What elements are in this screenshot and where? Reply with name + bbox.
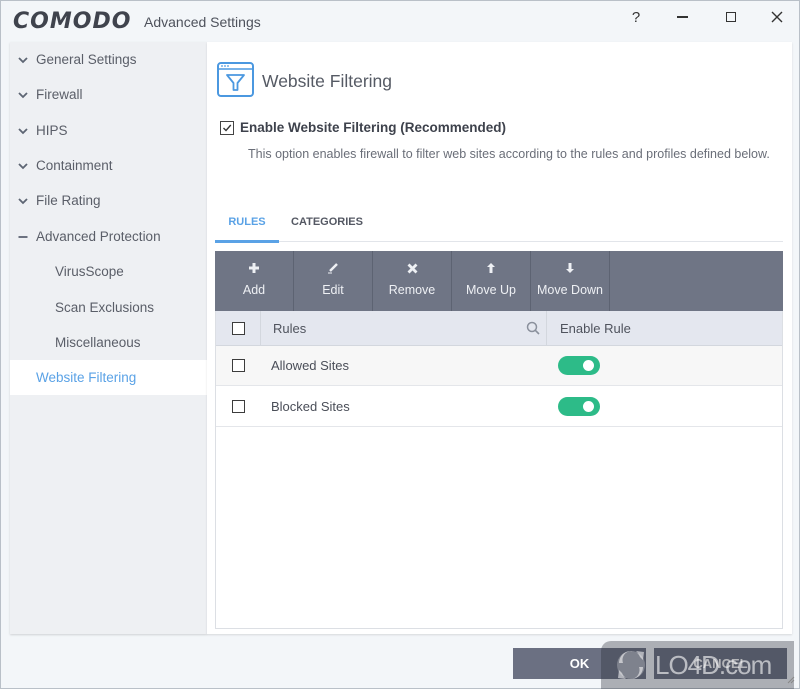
table-row[interactable]: Allowed Sites [216, 346, 782, 386]
chevron-down-icon [10, 125, 36, 137]
sidebar-item-containment[interactable]: Containment [10, 148, 207, 183]
chevron-down-icon [10, 89, 36, 101]
add-button[interactable]: Add [215, 251, 294, 311]
toggle-knob [583, 401, 594, 412]
sidebar-item-general-settings[interactable]: General Settings [10, 42, 207, 77]
tab-bar: RULES CATEGORIES [215, 202, 783, 243]
chevron-down-icon [10, 195, 36, 207]
edit-button[interactable]: Edit [294, 251, 373, 311]
edit-label: Edit [322, 283, 344, 297]
sidebar-item-virusscope[interactable]: VirusScope [10, 254, 207, 289]
sidebar-item-label: File Rating [36, 193, 101, 208]
sidebar-item-website-filtering[interactable]: Website Filtering [10, 360, 207, 395]
sidebar-item-hips[interactable]: HIPS [10, 113, 207, 148]
rules-toolbar: Add Edit Remove Move Up Move Down [215, 251, 783, 311]
x-icon [407, 262, 418, 274]
toggle-knob [583, 360, 594, 371]
sidebar-item-label: VirusScope [55, 264, 124, 279]
question-icon: ? [631, 8, 641, 26]
rule-name: Allowed Sites [271, 358, 350, 373]
sidebar-item-file-rating[interactable]: File Rating [10, 183, 207, 218]
column-header-rules[interactable]: Rules [260, 311, 547, 346]
tab-categories[interactable]: CATEGORIES [287, 202, 367, 242]
window-title: Advanced Settings [144, 14, 261, 30]
enable-website-filtering-label: Enable Website Filtering (Recommended) [240, 120, 507, 135]
sidebar-item-advanced-protection[interactable]: Advanced Protection [10, 219, 207, 254]
comodo-logo: COMODO [13, 9, 132, 34]
remove-label: Remove [388, 283, 436, 297]
pencil-icon [327, 262, 339, 274]
sidebar-item-label: Scan Exclusions [55, 300, 155, 315]
close-icon [771, 11, 783, 23]
row-checkbox[interactable] [231, 400, 245, 413]
column-header-rules-label: Rules [273, 321, 307, 336]
move-down-button[interactable]: Move Down [531, 251, 610, 311]
arrow-down-icon [566, 262, 574, 274]
sidebar-item-label: Miscellaneous [55, 335, 141, 350]
sidebar-item-firewall[interactable]: Firewall [10, 77, 207, 112]
tab-rules[interactable]: RULES [215, 202, 279, 243]
page-title: Website Filtering [262, 71, 393, 91]
advanced-settings-window: COMODO Advanced Settings ? General Setti… [0, 0, 800, 689]
cancel-button[interactable]: CANCEL [654, 648, 787, 679]
select-all-cell [216, 311, 260, 345]
sidebar-item-label: Firewall [36, 87, 83, 102]
minimize-button[interactable] [667, 6, 697, 28]
browser-filter-icon [217, 62, 254, 97]
rule-name: Blocked Sites [271, 399, 350, 414]
sidebar-item-label: Website Filtering [36, 370, 137, 385]
select-all-checkbox[interactable] [231, 321, 245, 335]
row-select-cell [216, 387, 260, 426]
row-checkbox[interactable] [231, 359, 245, 372]
sidebar-item-scan-exclusions[interactable]: Scan Exclusions [10, 290, 207, 325]
row-select-cell [216, 346, 260, 385]
chevron-down-icon [10, 54, 36, 66]
resize-grip-icon[interactable] [785, 674, 795, 684]
sidebar-item-label: HIPS [36, 123, 68, 138]
rules-grid: Rules Enable Rule Allowed Sites Blocked … [215, 311, 783, 629]
sidebar-item-label: Advanced Protection [36, 229, 161, 244]
close-button[interactable] [762, 6, 792, 28]
arrow-up-icon [487, 262, 495, 274]
chevron-down-icon [10, 160, 36, 172]
grid-header: Rules Enable Rule [216, 311, 782, 346]
enable-rule-toggle[interactable] [558, 397, 600, 416]
maximize-button[interactable] [716, 6, 746, 28]
enable-rule-toggle[interactable] [558, 356, 600, 375]
maximize-icon [726, 12, 736, 22]
minimize-icon [676, 16, 688, 18]
move-up-button[interactable]: Move Up [452, 251, 531, 311]
column-header-enable-rule[interactable]: Enable Rule [560, 311, 631, 346]
sidebar-item-miscellaneous[interactable]: Miscellaneous [10, 325, 207, 360]
help-button[interactable]: ? [621, 6, 651, 28]
move-down-label: Move Down [537, 283, 603, 297]
sidebar-item-label: Containment [36, 158, 113, 173]
plus-icon [248, 262, 260, 274]
title-bar: COMODO Advanced Settings ? [1, 1, 800, 41]
table-row[interactable]: Blocked Sites [216, 387, 782, 427]
remove-button[interactable]: Remove [373, 251, 452, 311]
collapse-dash-icon [10, 231, 36, 243]
enable-description: This option enables firewall to filter w… [248, 147, 770, 161]
checkbox-checked-icon [220, 120, 234, 135]
sidebar-item-label: General Settings [36, 52, 137, 67]
content-panel: Website Filtering Enable Website Filteri… [207, 42, 792, 634]
move-up-label: Move Up [465, 283, 517, 297]
enable-website-filtering-checkbox[interactable]: Enable Website Filtering (Recommended) [220, 120, 506, 135]
search-icon[interactable] [526, 321, 540, 335]
add-label: Add [242, 283, 266, 297]
ok-button[interactable]: OK [513, 648, 646, 679]
settings-sidebar: General Settings Firewall HIPS Containme… [10, 42, 207, 634]
